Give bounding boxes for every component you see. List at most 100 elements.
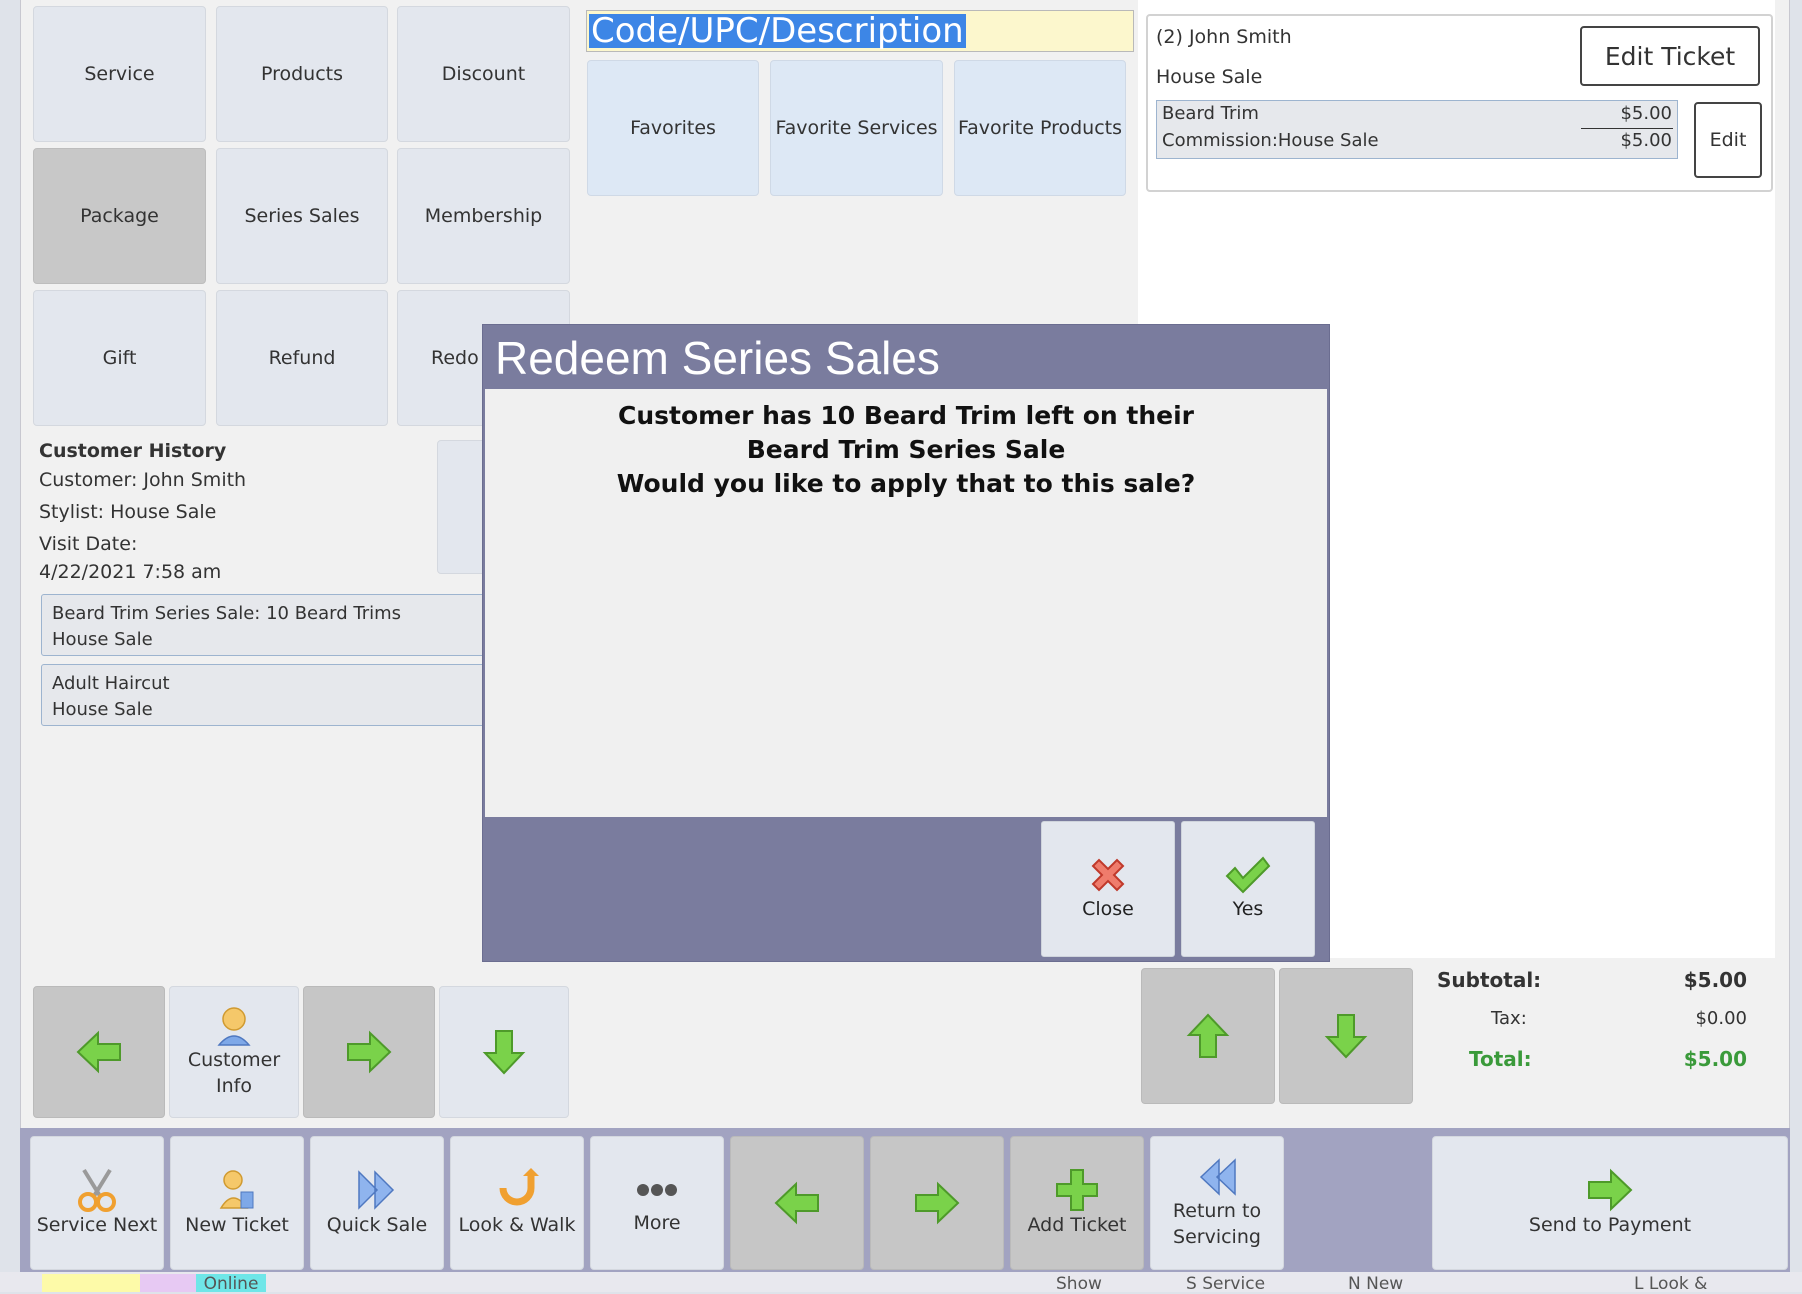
- send-to-payment-label: Send to Payment: [1528, 1214, 1692, 1236]
- history-heading: Customer History: [39, 440, 227, 462]
- category-membership[interactable]: Membership: [397, 148, 570, 284]
- history-item[interactable]: Beard Trim Series Sale: 10 Beard Trims H…: [41, 594, 501, 656]
- customer-history: Customer History Customer: John Smith St…: [39, 438, 499, 584]
- search-input[interactable]: Code/UPC/Description: [586, 10, 1134, 52]
- arrow-down-icon: [482, 1030, 526, 1075]
- arrow-left-icon: [774, 1181, 819, 1225]
- dialog-message: Customer has 10 Beard Trim left on their…: [485, 399, 1327, 501]
- more-label: More: [633, 1212, 681, 1234]
- online-tab[interactable]: Online: [196, 1274, 266, 1294]
- ticket-scroll-up-button[interactable]: [1141, 968, 1275, 1104]
- new-ticket-button[interactable]: New Ticket: [170, 1136, 304, 1270]
- quick-sale-button[interactable]: Quick Sale: [310, 1136, 444, 1270]
- ticket-stylist: House Sale: [1156, 66, 1263, 88]
- arrow-down-icon: [1324, 1014, 1368, 1059]
- category-package[interactable]: Package: [33, 148, 206, 284]
- quick-sale-label: Quick Sale: [326, 1214, 428, 1236]
- line-item-commission-amount: $5.00: [1620, 130, 1672, 151]
- background-status-strip: Online Show S Service N New L Look &: [0, 1272, 1802, 1294]
- category-refund[interactable]: Refund: [216, 290, 388, 426]
- customer-info-line1: Customer: [187, 1049, 281, 1071]
- yellow-tab: [42, 1274, 140, 1292]
- more-dots-icon: [637, 1184, 677, 1196]
- return-arrow-icon: [499, 1168, 539, 1206]
- arrow-up-icon: [1186, 1013, 1230, 1058]
- search-input-value: Code/UPC/Description: [589, 11, 966, 51]
- ticket-line-item[interactable]: Beard Trim $5.00 Commission:House Sale $…: [1156, 100, 1678, 159]
- dialog-message-line2: Beard Trim Series Sale: [746, 435, 1066, 464]
- category-products[interactable]: Products: [216, 6, 388, 142]
- service-next-label: Service Next: [36, 1214, 158, 1236]
- toolbar-next-button[interactable]: [870, 1136, 1004, 1270]
- arrow-right-icon: [915, 1181, 960, 1225]
- next-button[interactable]: [303, 986, 435, 1118]
- history-stylist: Stylist: House Sale: [39, 501, 217, 523]
- history-item-line1: Beard Trim Series Sale: 10 Beard Trims: [52, 603, 402, 624]
- new-customer-icon: [219, 1170, 254, 1209]
- history-visit-date: 4/22/2021 7:58 am: [39, 561, 222, 583]
- checkmark-icon: [1225, 856, 1271, 894]
- favorite-products-button[interactable]: Favorite Products: [954, 60, 1126, 196]
- history-item-line1: Adult Haircut: [52, 673, 170, 694]
- return-to-servicing-line2: Servicing: [1173, 1226, 1261, 1248]
- dialog-title: Redeem Series Sales: [495, 332, 940, 384]
- ticket-scroll-down-button[interactable]: [1279, 968, 1413, 1104]
- subtotal-label: Subtotal:: [1437, 968, 1542, 992]
- history-visit-label: Visit Date:: [39, 533, 138, 555]
- subtotal-value: $5.00: [1683, 968, 1747, 992]
- customer-info-line2: Info: [216, 1075, 252, 1097]
- favorite-services-button[interactable]: Favorite Services: [770, 60, 943, 196]
- customer-info-button[interactable]: Customer Info: [169, 986, 299, 1118]
- totals-panel: Subtotal: $5.00 Tax: $0.00 Total: $5.00: [1421, 960, 1775, 1080]
- total-value: $5.00: [1683, 1047, 1747, 1071]
- dialog-body: Customer has 10 Beard Trim left on their…: [485, 389, 1327, 817]
- plus-icon: [1056, 1169, 1098, 1211]
- category-gift[interactable]: Gift: [33, 290, 206, 426]
- category-series-sales[interactable]: Series Sales: [216, 148, 388, 284]
- yes-button[interactable]: Yes: [1181, 821, 1315, 957]
- ticket-card: (2) John Smith House Sale Edit Ticket Be…: [1146, 14, 1773, 192]
- service-tab[interactable]: S Service: [1186, 1274, 1265, 1294]
- arrow-right-icon: [1588, 1168, 1633, 1212]
- history-item-line2: House Sale: [52, 699, 153, 720]
- category-service[interactable]: Service: [33, 6, 206, 142]
- price-divider: [1581, 128, 1673, 129]
- add-ticket-label: Add Ticket: [1027, 1214, 1127, 1236]
- person-icon: [217, 1007, 251, 1046]
- tax-label: Tax:: [1491, 1008, 1527, 1029]
- history-item[interactable]: Adult Haircut House Sale: [41, 664, 501, 726]
- redeem-series-dialog: Redeem Series Sales Customer has 10 Bear…: [482, 324, 1330, 962]
- toolbar-prev-button[interactable]: [730, 1136, 864, 1270]
- scissors-icon: [78, 1168, 116, 1212]
- edit-line-button[interactable]: Edit: [1694, 102, 1762, 178]
- category-discount[interactable]: Discount: [397, 6, 570, 142]
- history-item-line2: House Sale: [52, 629, 153, 650]
- look-tab[interactable]: L Look &: [1634, 1274, 1707, 1294]
- close-icon: [1091, 858, 1125, 892]
- look-walk-label: Look & Walk: [458, 1214, 576, 1236]
- send-to-payment-button[interactable]: Send to Payment: [1432, 1136, 1788, 1270]
- line-item-name: Beard Trim: [1162, 103, 1259, 124]
- favorites-button[interactable]: Favorites: [587, 60, 759, 196]
- close-button[interactable]: Close: [1041, 821, 1175, 957]
- close-label: Close: [1082, 898, 1134, 920]
- arrow-left-icon: [76, 1030, 121, 1074]
- rewind-icon: [1199, 1158, 1236, 1196]
- add-ticket-button[interactable]: Add Ticket: [1010, 1136, 1144, 1270]
- arrow-right-icon: [347, 1030, 392, 1074]
- tax-value: $0.00: [1695, 1008, 1747, 1029]
- total-label: Total:: [1469, 1047, 1532, 1071]
- return-to-servicing-button[interactable]: Return to Servicing: [1150, 1136, 1284, 1270]
- yes-label: Yes: [1232, 898, 1264, 920]
- dialog-message-line1: Customer has 10 Beard Trim left on their: [617, 401, 1195, 430]
- edit-ticket-button[interactable]: Edit Ticket: [1580, 26, 1760, 86]
- scroll-down-button[interactable]: [439, 986, 569, 1118]
- new-tab[interactable]: N New: [1348, 1274, 1403, 1294]
- look-walk-button[interactable]: Look & Walk: [450, 1136, 584, 1270]
- show-tab[interactable]: Show: [1056, 1274, 1102, 1294]
- prev-button[interactable]: [33, 986, 165, 1118]
- fast-forward-icon: [358, 1170, 395, 1210]
- service-next-button[interactable]: Service Next: [30, 1136, 164, 1270]
- more-button[interactable]: More: [590, 1136, 724, 1270]
- bottom-toolbar: Service Next New Ticket Quick Sale Look …: [20, 1128, 1790, 1276]
